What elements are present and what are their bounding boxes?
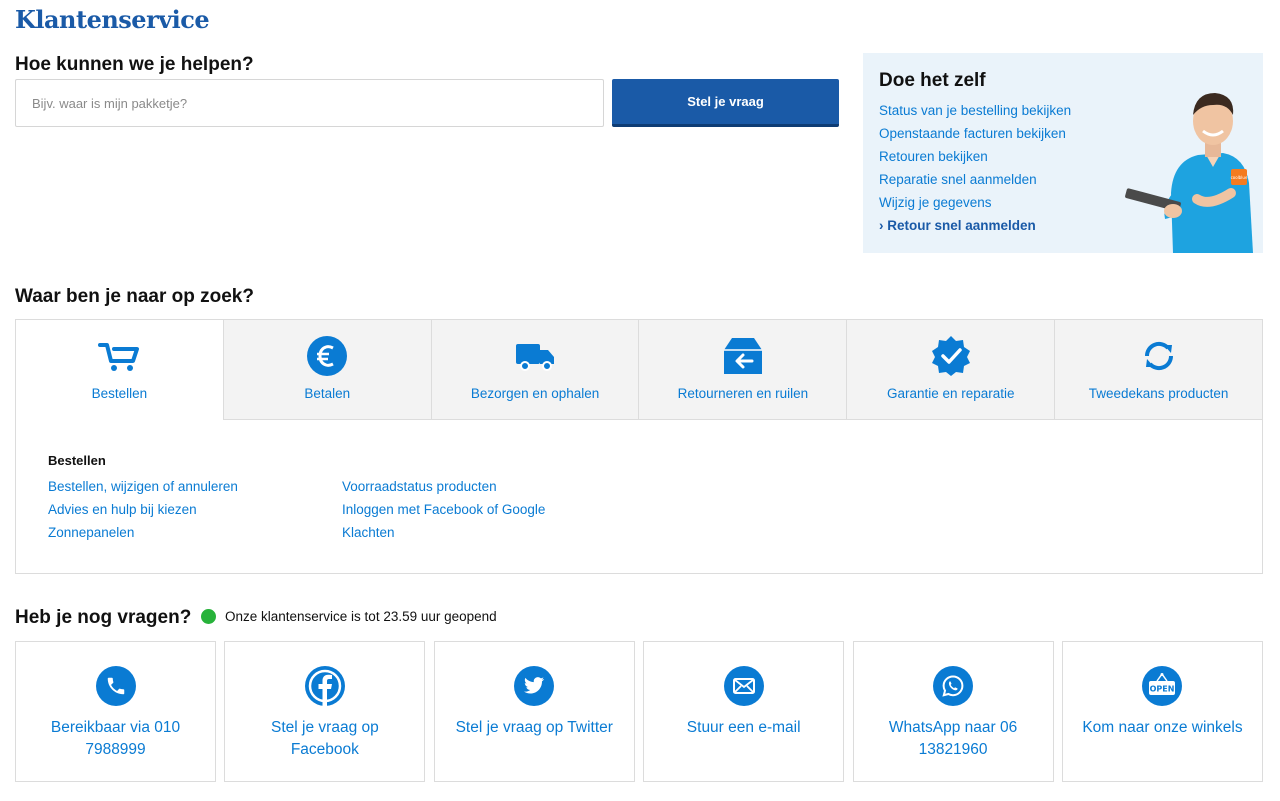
tab-label: Bezorgen en ophalen bbox=[470, 386, 600, 401]
return-box-icon bbox=[721, 336, 765, 376]
cart-icon bbox=[97, 336, 141, 376]
badge-text: coolblue bbox=[1231, 175, 1248, 180]
tab-bezorgen[interactable]: Bezorgen en ophalen bbox=[430, 320, 639, 420]
tab-garantie[interactable]: Garantie en reparatie bbox=[846, 320, 1055, 420]
phone-icon bbox=[95, 666, 136, 706]
help-title: Hoe kunnen we je helpen? bbox=[15, 54, 254, 75]
categories-title: Waar ben je naar op zoek? bbox=[15, 286, 254, 307]
contact-stores-card[interactable]: OPEN Kom naar onze winkels bbox=[1061, 641, 1263, 782]
tab-bestellen[interactable]: Bestellen bbox=[16, 320, 223, 420]
contact-title: Heb je nog vragen? bbox=[15, 607, 192, 628]
twitter-icon bbox=[514, 666, 555, 706]
contact-email-card[interactable]: Stuur een e-mail bbox=[643, 641, 845, 782]
brand-logo[interactable]: Klantenservice bbox=[15, 5, 210, 34]
panel-link[interactable]: Voorraadstatus producten bbox=[342, 479, 497, 494]
employee-illustration: coolblue bbox=[1125, 93, 1253, 253]
diy-link-invoices[interactable]: Openstaande facturen bekijken bbox=[879, 126, 1066, 141]
diy-link-details[interactable]: Wijzig je gegevens bbox=[879, 195, 992, 210]
diy-link-quick-return-label: Retour snel aanmelden bbox=[887, 218, 1036, 233]
panel-links-col1: Bestellen, wijzigen of annuleren Advies … bbox=[48, 478, 238, 547]
contact-facebook-card[interactable]: Stel je vraag op Facebook bbox=[224, 641, 426, 782]
ask-question-button[interactable]: Stel je vraag bbox=[612, 79, 839, 127]
warranty-badge-icon bbox=[929, 336, 973, 376]
contact-label: Kom naar onze winkels bbox=[1082, 719, 1243, 736]
facebook-icon bbox=[304, 666, 345, 706]
category-panel: Bestellen Betalen Bezorgen en ophalen Re… bbox=[15, 319, 1263, 574]
diy-panel: Doe het zelf Status van je bestelling be… bbox=[863, 53, 1263, 253]
contact-label: Stuur een e-mail bbox=[686, 719, 801, 736]
tab-label: Garantie en reparatie bbox=[886, 386, 1015, 401]
tab-tweedekans[interactable]: Tweedekans producten bbox=[1054, 320, 1262, 420]
mail-icon bbox=[723, 666, 764, 706]
tab-label: Retourneren en ruilen bbox=[677, 386, 809, 401]
panel-link[interactable]: Advies en hulp bij kiezen bbox=[48, 502, 197, 517]
contact-label: Stel je vraag op Facebook bbox=[271, 719, 379, 758]
diy-link-list: Status van je bestelling bekijken Openst… bbox=[879, 102, 1071, 240]
contact-label: WhatsApp naar 06 13821960 bbox=[888, 719, 1018, 758]
contact-whatsapp-card[interactable]: WhatsApp naar 06 13821960 bbox=[852, 641, 1054, 782]
contact-options: Bereikbaar via 010 7988999 Stel je vraag… bbox=[15, 641, 1263, 782]
whatsapp-icon bbox=[933, 666, 974, 706]
tab-betalen[interactable]: Betalen bbox=[222, 320, 431, 420]
diy-link-returns[interactable]: Retouren bekijken bbox=[879, 149, 988, 164]
panel-links-col2: Voorraadstatus producten Inloggen met Fa… bbox=[342, 478, 545, 547]
tab-label: Bestellen bbox=[91, 386, 148, 401]
truck-icon bbox=[513, 336, 557, 376]
diy-title: Doe het zelf bbox=[879, 70, 986, 91]
contact-label: Stel je vraag op Twitter bbox=[455, 719, 613, 736]
service-status: Onze klantenservice is tot 23.59 uur geo… bbox=[201, 609, 497, 624]
diy-link-order-status[interactable]: Status van je bestelling bekijken bbox=[879, 103, 1071, 118]
diy-link-repair[interactable]: Reparatie snel aanmelden bbox=[879, 172, 1037, 187]
tab-label: Tweedekans producten bbox=[1088, 386, 1229, 401]
panel-link[interactable]: Zonnepanelen bbox=[48, 525, 134, 540]
tab-label: Betalen bbox=[304, 386, 351, 401]
panel-title: Bestellen bbox=[48, 453, 106, 468]
euro-icon bbox=[305, 336, 349, 376]
open-sign-text: OPEN bbox=[1150, 685, 1175, 694]
chevron-right-icon: › bbox=[879, 218, 884, 233]
open-sign-icon: OPEN bbox=[1142, 666, 1183, 706]
tab-retourneren[interactable]: Retourneren en ruilen bbox=[638, 320, 847, 420]
status-text: Onze klantenservice is tot 23.59 uur geo… bbox=[225, 609, 497, 624]
search-input[interactable] bbox=[15, 79, 604, 127]
refresh-icon bbox=[1137, 336, 1181, 376]
diy-link-quick-return[interactable]: › Retour snel aanmelden bbox=[879, 218, 1036, 233]
panel-link[interactable]: Klachten bbox=[342, 525, 395, 540]
contact-phone-card[interactable]: Bereikbaar via 010 7988999 bbox=[15, 641, 216, 782]
contact-label: Bereikbaar via 010 7988999 bbox=[50, 719, 181, 758]
panel-link[interactable]: Inloggen met Facebook of Google bbox=[342, 502, 545, 517]
contact-twitter-card[interactable]: Stel je vraag op Twitter bbox=[433, 641, 635, 782]
panel-link[interactable]: Bestellen, wijzigen of annuleren bbox=[48, 479, 238, 494]
category-tabs: Bestellen Betalen Bezorgen en ophalen Re… bbox=[16, 320, 1262, 420]
status-dot-icon bbox=[201, 609, 216, 624]
